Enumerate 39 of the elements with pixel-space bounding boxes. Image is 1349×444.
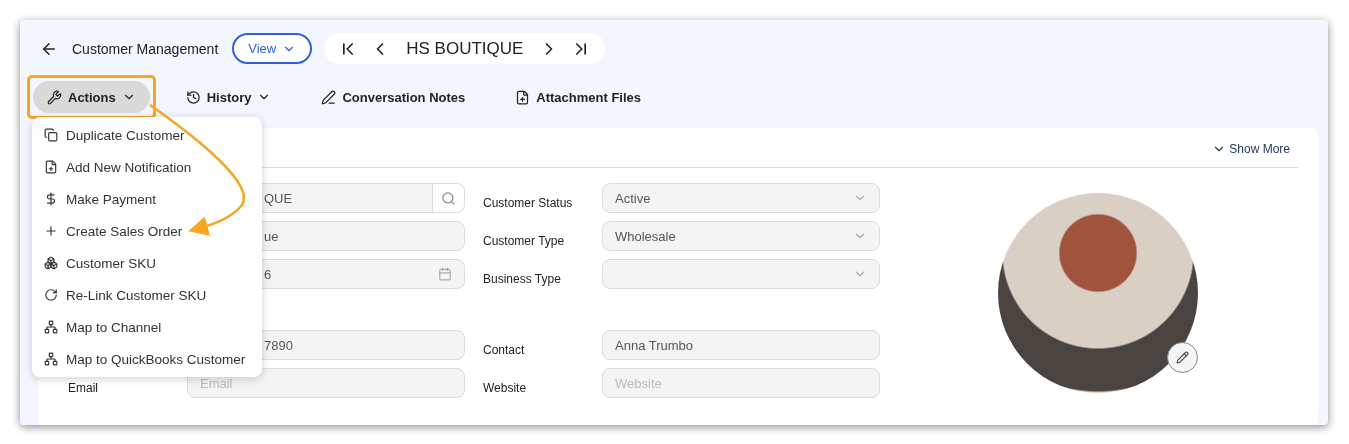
view-button[interactable]: View — [232, 33, 313, 64]
pencil-icon — [1176, 351, 1189, 364]
edit-photo-button[interactable] — [1167, 342, 1198, 373]
refresh-icon — [44, 288, 58, 302]
field-label: Customer Type — [483, 233, 566, 248]
select-field[interactable] — [602, 259, 880, 289]
field-label: Email — [68, 380, 99, 395]
boxes-icon — [44, 256, 58, 270]
toolbar-button[interactable]: Actions — [33, 81, 150, 113]
show-more-button[interactable]: Show More — [1212, 141, 1298, 156]
select-field[interactable]: Active — [602, 183, 880, 213]
plus-icon — [44, 224, 58, 238]
hierarchy-icon — [44, 320, 58, 334]
menu-item[interactable]: Add New Notification — [32, 151, 262, 183]
menu-item[interactable]: Duplicate Customer — [32, 119, 262, 151]
file-plus-icon — [44, 160, 58, 174]
field-label: Contact — [483, 342, 526, 357]
select-field[interactable]: Wholesale — [602, 221, 880, 251]
hierarchy-icon — [44, 352, 58, 366]
dollar-icon — [44, 192, 58, 206]
input-field[interactable]: Email — [187, 368, 465, 398]
history-icon — [185, 89, 201, 105]
calendar-icon — [438, 267, 452, 281]
wrench-icon — [47, 89, 62, 105]
field-label: Customer Status — [483, 195, 574, 210]
pen-icon — [321, 89, 337, 105]
input-field[interactable]: Website — [602, 368, 880, 398]
search-icon — [441, 190, 456, 206]
page-title: Customer Management — [72, 40, 219, 57]
field-label: Website — [483, 380, 528, 395]
record-name: HS BOUTIQUE — [406, 38, 524, 59]
file-plus-icon — [515, 89, 531, 105]
search-button[interactable] — [432, 184, 464, 212]
toolbar-button[interactable]: Attachment Files — [501, 81, 656, 113]
copy-icon — [44, 128, 58, 142]
field-label: Business Type — [483, 271, 562, 286]
toolbar-button[interactable]: Conversation Notes — [307, 81, 480, 113]
input-field[interactable]: Anna Trumbo — [602, 330, 880, 360]
toolbar-button[interactable]: History — [171, 81, 286, 113]
